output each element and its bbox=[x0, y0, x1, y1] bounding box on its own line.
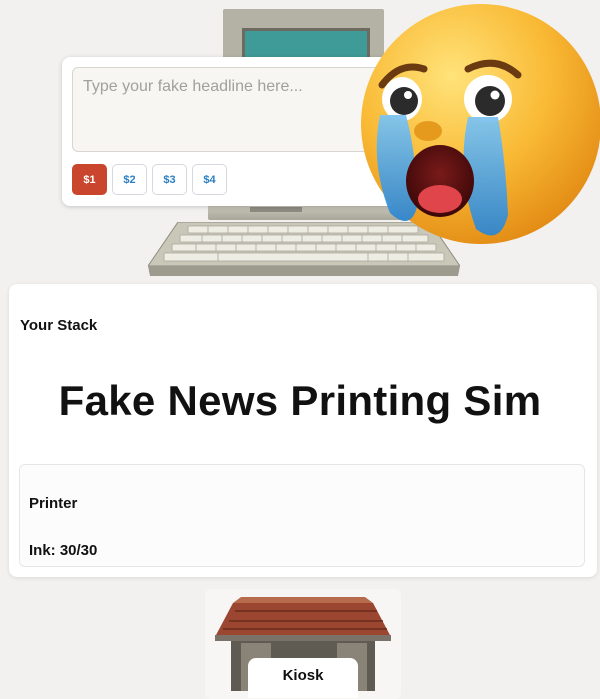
kiosk-card[interactable]: Kiosk bbox=[205, 589, 401, 699]
price-button-3[interactable]: $3 bbox=[152, 164, 187, 195]
crying-face-emoji-icon bbox=[360, 3, 600, 245]
stack-title: Your Stack bbox=[20, 317, 98, 334]
disk-slot bbox=[250, 207, 302, 212]
ink-status: Ink: 30/30 bbox=[29, 542, 98, 559]
printer-label: Printer bbox=[29, 495, 78, 512]
price-button-4[interactable]: $4 bbox=[192, 164, 227, 195]
printer-card[interactable]: Printer Ink: 30/30 bbox=[19, 464, 585, 567]
kiosk-label: Kiosk bbox=[248, 658, 358, 698]
price-button-2[interactable]: $2 bbox=[112, 164, 147, 195]
price-selector: $1 $2 $3 $4 bbox=[72, 164, 227, 195]
headline-input[interactable] bbox=[72, 67, 390, 152]
stack-panel: Your Stack Fake News Printing Sim Printe… bbox=[9, 284, 597, 577]
price-button-1[interactable]: $1 bbox=[72, 164, 107, 195]
headline-editor-card: $1 $2 $3 $4 bbox=[62, 57, 400, 206]
game-title: Fake News Printing Sim bbox=[58, 377, 542, 424]
